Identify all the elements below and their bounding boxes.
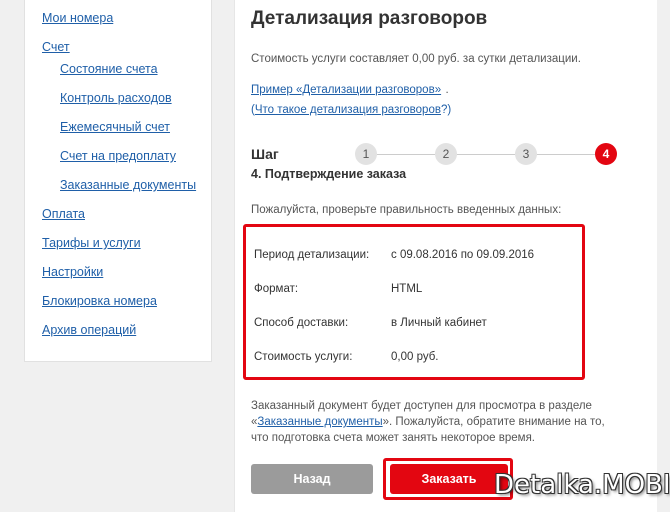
check-data-text: Пожалуйста, проверьте правильность введе… <box>251 204 562 216</box>
what-is-detalization-link[interactable]: Что такое детализация разговоров <box>255 104 441 116</box>
step-title: 4. Подтверждение заказа <box>251 167 407 181</box>
step-3-indicator: 3 <box>515 143 537 165</box>
example-link[interactable]: Пример «Детализации разговоров» <box>251 84 441 96</box>
step-4-indicator: 4 <box>595 143 617 165</box>
step-connector <box>537 154 595 155</box>
sidebar-item-my-numbers[interactable]: Мои номера <box>42 11 113 25</box>
sidebar-item-payment[interactable]: Оплата <box>42 207 85 221</box>
back-button[interactable]: Назад <box>251 464 373 494</box>
availability-note: Заказанный документ будет доступен для п… <box>251 398 621 446</box>
delivery-label: Способ доставки: <box>254 317 349 329</box>
format-value: HTML <box>391 283 423 295</box>
cost-label: Стоимость услуги: <box>254 351 353 363</box>
page-title: Детализация разговоров <box>251 8 488 29</box>
sidebar-item-tariffs[interactable]: Тарифы и услуги <box>42 236 141 250</box>
sidebar-item-prepayment-bill[interactable]: Счет на предоплату <box>60 149 176 163</box>
sidebar-item-account[interactable]: Счет <box>42 40 70 54</box>
cost-value: 0,00 руб. <box>391 351 439 363</box>
sidebar-item-settings[interactable]: Настройки <box>42 265 103 279</box>
step-connector <box>377 154 435 155</box>
sidebar-item-ordered-documents[interactable]: Заказанные документы <box>60 178 196 192</box>
order-details-box: Период детализации: с 09.08.2016 по 09.0… <box>243 224 585 380</box>
main-content: Детализация разговоров Стоимость услуги … <box>234 0 657 512</box>
step-label: Шаг <box>251 146 279 162</box>
sidebar-item-monthly-bill[interactable]: Ежемесячный счет <box>60 120 170 134</box>
sidebar-menu: Мои номера Счет Состояние счета Контроль… <box>24 0 212 362</box>
what-is-close-paren: ?) <box>440 104 452 116</box>
period-label: Период детализации: <box>254 249 370 261</box>
sidebar-item-number-block[interactable]: Блокировка номера <box>42 294 157 308</box>
example-link-suffix: . <box>445 84 449 96</box>
order-button[interactable]: Заказать <box>390 464 508 494</box>
step-connector <box>457 154 515 155</box>
what-is-link-row: (Что такое детализация разговоров?) <box>251 100 451 118</box>
example-link-row: Пример «Детализации разговоров» . <box>251 80 449 98</box>
cost-info-text: Стоимость услуги составляет 0,00 руб. за… <box>251 53 581 65</box>
ordered-documents-link[interactable]: Заказанные документы <box>257 416 382 428</box>
sidebar-item-expense-control[interactable]: Контроль расходов <box>60 91 172 105</box>
sidebar-item-account-status[interactable]: Состояние счета <box>60 62 158 76</box>
sidebar-item-operations-archive[interactable]: Архив операций <box>42 323 136 337</box>
format-label: Формат: <box>254 283 299 295</box>
delivery-value: в Личный кабинет <box>391 317 487 329</box>
step-1-indicator: 1 <box>355 143 377 165</box>
step-2-indicator: 2 <box>435 143 457 165</box>
period-value: с 09.08.2016 по 09.09.2016 <box>391 249 535 261</box>
watermark: Detalka.MOBI <box>494 470 670 500</box>
